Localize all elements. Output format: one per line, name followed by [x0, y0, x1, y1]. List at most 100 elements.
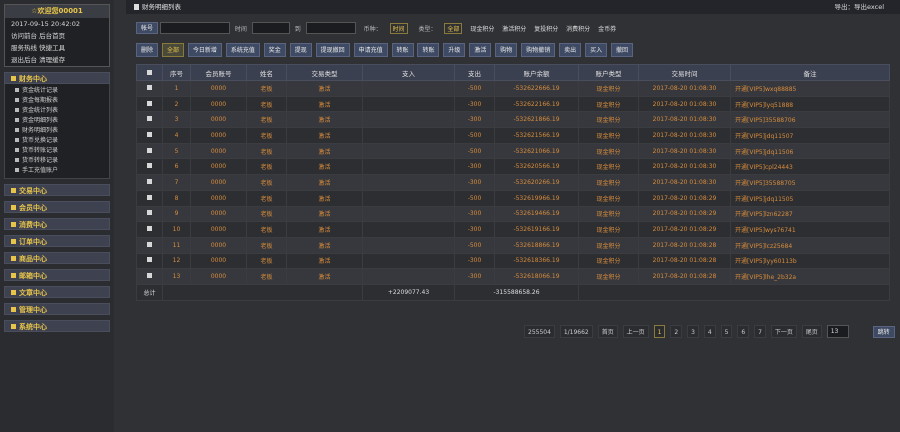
checkbox-icon[interactable]: [147, 100, 152, 106]
checkbox-icon[interactable]: [147, 210, 152, 216]
account-button[interactable]: 帐号: [136, 22, 159, 34]
checkbox-icon[interactable]: [147, 241, 152, 247]
type-option-consume[interactable]: 消费积分: [566, 24, 590, 33]
sidebar-section-header[interactable]: 系统中心: [4, 320, 110, 332]
export-excel-link[interactable]: 导出：导出excel: [835, 0, 885, 14]
sidebar-item[interactable]: 货币转账记录: [5, 146, 109, 156]
sidebar-section-article[interactable]: 文章中心: [4, 286, 110, 298]
goto-page-button[interactable]: 跳转: [872, 325, 895, 338]
tab-shopping-revoke[interactable]: 购物撤销: [521, 43, 556, 57]
row-checkbox[interactable]: [136, 127, 163, 144]
tab-withdraw[interactable]: 提现: [289, 43, 312, 57]
sidebar-item[interactable]: 资金明细列表: [5, 116, 109, 126]
sidebar-section-header[interactable]: 管理中心: [4, 303, 110, 315]
row-checkbox[interactable]: [136, 111, 163, 129]
sidebar-section-consume[interactable]: 消费中心: [4, 218, 110, 230]
sidebar-section-header[interactable]: 消费中心: [4, 218, 110, 230]
header-select-all[interactable]: [136, 64, 163, 81]
end-time-input[interactable]: [305, 22, 356, 34]
welcome-links-3[interactable]: 退出后台 清理缓存: [5, 54, 109, 66]
sidebar-section-header[interactable]: 商品中心: [4, 252, 110, 264]
checkbox-icon[interactable]: [147, 116, 152, 122]
sidebar-section-header[interactable]: 邮箱中心: [4, 269, 110, 281]
type-option-activate[interactable]: 激活积分: [502, 24, 526, 33]
row-checkbox[interactable]: [136, 95, 163, 113]
row-checkbox[interactable]: [136, 158, 163, 176]
tab-shopping[interactable]: 购物: [495, 43, 518, 57]
last-page-link[interactable]: 尾页: [801, 325, 822, 338]
currency-select[interactable]: 时间: [389, 22, 408, 34]
sidebar-item[interactable]: 货币转移记录: [5, 156, 109, 166]
checkbox-icon[interactable]: [147, 163, 152, 169]
sidebar-section-manage[interactable]: 管理中心: [4, 303, 110, 315]
prev-page-link[interactable]: 上一页: [622, 325, 649, 338]
account-input[interactable]: [159, 22, 230, 34]
first-page-link[interactable]: 首页: [597, 325, 618, 338]
page-link-3[interactable]: 3: [687, 325, 699, 338]
sidebar-item[interactable]: 资金统计记录: [5, 86, 109, 96]
row-checkbox[interactable]: [136, 142, 163, 160]
type-option-cash[interactable]: 现金积分: [470, 24, 494, 33]
start-time-input[interactable]: [251, 22, 290, 34]
checkbox-icon[interactable]: [147, 226, 152, 232]
page-link-1[interactable]: 1: [653, 325, 666, 338]
sidebar-section-order[interactable]: 订单中心: [4, 235, 110, 247]
tab-transfer-1[interactable]: 转账: [391, 43, 414, 57]
sidebar-section-trade[interactable]: 交易中心: [4, 184, 110, 196]
checkbox-icon[interactable]: [147, 84, 152, 90]
checkbox-icon[interactable]: [147, 147, 152, 153]
page-link-7[interactable]: 7: [754, 325, 766, 338]
row-checkbox[interactable]: [136, 174, 163, 191]
sidebar-section-member[interactable]: 会员中心: [4, 201, 110, 213]
tab-today[interactable]: 今日新增: [187, 43, 222, 57]
sidebar-item[interactable]: 手工充值账户: [5, 166, 109, 176]
type-option-coupon[interactable]: 金币券: [598, 24, 616, 33]
row-checkbox[interactable]: [136, 189, 163, 207]
tab-activate[interactable]: 激活: [469, 43, 492, 57]
tab-system-recharge[interactable]: 系统充值: [225, 43, 260, 57]
sidebar-item[interactable]: 财务明细列表: [5, 126, 109, 136]
row-checkbox[interactable]: [136, 205, 163, 223]
tab-buy[interactable]: 买入: [585, 43, 608, 57]
row-checkbox[interactable]: [136, 221, 163, 238]
tab-revoke[interactable]: 撤回: [611, 43, 634, 57]
sidebar-item[interactable]: 货币兑换记录: [5, 136, 109, 146]
checkbox-icon[interactable]: [147, 273, 152, 279]
page-link-5[interactable]: 5: [720, 325, 733, 338]
delete-button[interactable]: 删除: [136, 43, 159, 57]
tab-withdraw-revoke[interactable]: 提现撤回: [315, 43, 350, 57]
sidebar-section-mail[interactable]: 邮箱中心: [4, 269, 110, 281]
sidebar-section-header[interactable]: 交易中心: [4, 184, 110, 196]
tab-all[interactable]: 全部: [161, 43, 184, 57]
sidebar-section-header[interactable]: 文章中心: [4, 286, 110, 298]
row-checkbox[interactable]: [136, 252, 163, 270]
row-checkbox[interactable]: [136, 80, 163, 97]
row-checkbox[interactable]: [136, 236, 163, 254]
type-option-reinvest[interactable]: 复投积分: [534, 24, 558, 33]
next-page-link[interactable]: 下一页: [770, 325, 797, 338]
welcome-links-1[interactable]: 访问前台 后台首页: [5, 30, 109, 42]
welcome-links-2[interactable]: 服务热线 快捷工具: [5, 42, 109, 54]
page-link-4[interactable]: 4: [703, 325, 716, 338]
checkbox-icon[interactable]: [147, 194, 152, 200]
sidebar-section-header[interactable]: 订单中心: [4, 235, 110, 247]
tab-transfer-2[interactable]: 转账: [417, 43, 440, 57]
sidebar-section-header[interactable]: 会员中心: [4, 201, 110, 213]
tab-apply-recharge[interactable]: 申请充值: [353, 43, 388, 57]
checkbox-icon[interactable]: [147, 69, 152, 75]
page-link-6[interactable]: 6: [737, 325, 750, 338]
tab-upgrade[interactable]: 升级: [443, 43, 466, 57]
page-link-2[interactable]: 2: [670, 325, 683, 338]
sidebar-section-goods[interactable]: 商品中心: [4, 252, 110, 264]
checkbox-icon[interactable]: [147, 131, 152, 137]
tab-bonus[interactable]: 奖金: [263, 43, 286, 57]
finance-section-header[interactable]: 财务中心: [4, 72, 110, 84]
goto-page-input[interactable]: 13: [826, 325, 849, 338]
tab-sell[interactable]: 卖出: [559, 43, 582, 57]
sidebar-item[interactable]: 资金每期报表: [5, 96, 109, 106]
checkbox-icon[interactable]: [147, 178, 152, 184]
checkbox-icon[interactable]: [147, 257, 152, 263]
type-option-all[interactable]: 全部: [444, 22, 463, 34]
row-checkbox[interactable]: [136, 268, 163, 285]
sidebar-section-system[interactable]: 系统中心: [4, 320, 110, 332]
